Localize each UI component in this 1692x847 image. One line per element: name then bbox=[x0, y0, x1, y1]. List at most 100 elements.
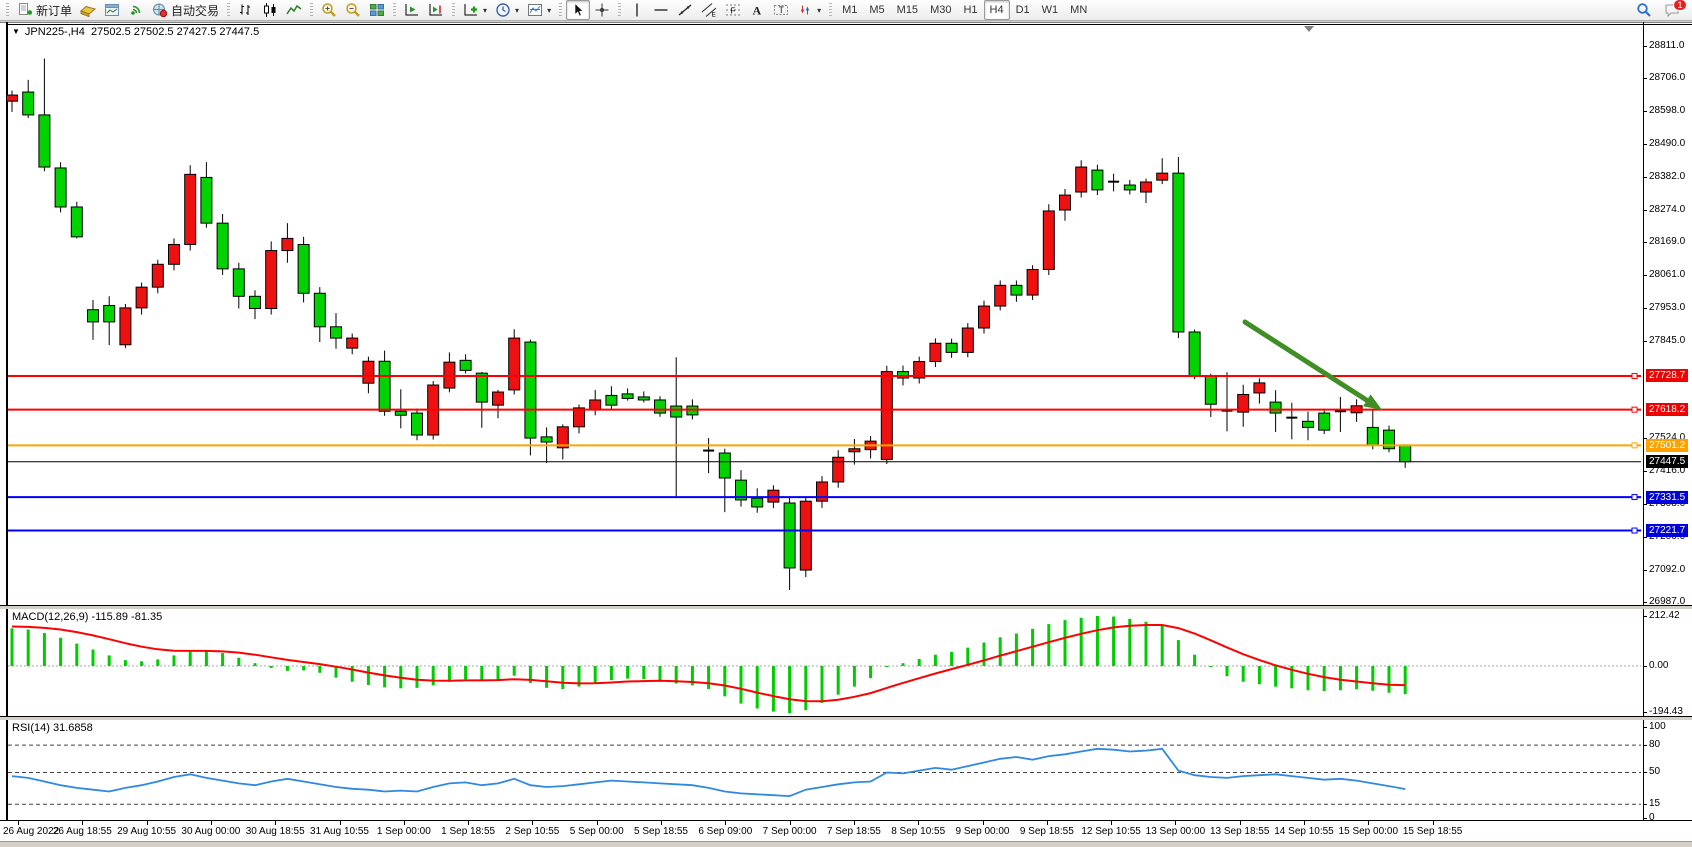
price-line-badge: 27618.2 bbox=[1646, 403, 1688, 416]
time-tick bbox=[1047, 821, 1048, 825]
axis-tick bbox=[1643, 727, 1647, 728]
indicators-button[interactable]: ▾ bbox=[459, 0, 491, 20]
tf-m15[interactable]: M15 bbox=[891, 0, 924, 20]
rsi-panel[interactable] bbox=[0, 720, 1692, 820]
time-tick bbox=[1240, 821, 1241, 825]
price-chart-panel[interactable] bbox=[0, 24, 1692, 605]
axis-tick bbox=[1643, 242, 1647, 243]
chart-title[interactable]: ▼JPN225-,H4 27502.5 27502.5 27427.5 2744… bbox=[10, 26, 261, 38]
tf-m30[interactable]: M30 bbox=[924, 0, 957, 20]
toolbar-grip[interactable] bbox=[829, 3, 832, 17]
line-chart-button[interactable] bbox=[282, 0, 306, 20]
tf-w1-label: W1 bbox=[1042, 4, 1059, 16]
time-axis[interactable]: 26 Aug 202226 Aug 18:5529 Aug 10:5530 Au… bbox=[0, 820, 1692, 841]
notifications-button[interactable]: 1 bbox=[1660, 0, 1684, 20]
toolbar-grip[interactable] bbox=[393, 3, 396, 17]
bar-chart-button[interactable] bbox=[234, 0, 258, 20]
cursor-button[interactable] bbox=[566, 0, 590, 20]
bars-icon bbox=[238, 2, 254, 18]
fibo-icon: F bbox=[725, 2, 741, 18]
labelT-icon: T bbox=[773, 2, 789, 18]
auto-trading-button[interactable]: 自动交易 bbox=[148, 0, 223, 20]
new-order-button[interactable]: 新订单 bbox=[13, 0, 76, 20]
chart-shift-button[interactable] bbox=[424, 0, 448, 20]
tile-windows-button[interactable] bbox=[365, 0, 389, 20]
time-tick bbox=[1111, 821, 1112, 825]
tf-h4[interactable]: H4 bbox=[984, 0, 1010, 20]
time-tick bbox=[275, 821, 276, 825]
axis-tick bbox=[1643, 341, 1647, 342]
price-tick-label: 28598.0 bbox=[1649, 105, 1685, 116]
templates-button-dropdown-icon[interactable]: ▾ bbox=[547, 6, 551, 15]
toolbar-grip[interactable] bbox=[452, 3, 455, 17]
toolbar-grip[interactable] bbox=[618, 3, 621, 17]
candlestick-chart-button[interactable] bbox=[258, 0, 282, 20]
chart-shift-marker-icon[interactable] bbox=[1304, 26, 1314, 32]
chartshift-icon bbox=[428, 2, 444, 18]
trendline-icon bbox=[677, 2, 693, 18]
time-tick-label: 14 Sep 10:55 bbox=[1274, 826, 1334, 837]
templates-button[interactable]: ▾ bbox=[523, 0, 555, 20]
text-button[interactable]: A bbox=[745, 0, 769, 20]
signals-button[interactable] bbox=[124, 0, 148, 20]
axis-tick bbox=[1643, 111, 1647, 112]
tf-mn-label: MN bbox=[1070, 4, 1087, 16]
time-tick-label: 8 Sep 10:55 bbox=[891, 826, 945, 837]
macd-panel[interactable] bbox=[0, 609, 1692, 716]
time-tick bbox=[661, 821, 662, 825]
time-tick-label: 9 Sep 00:00 bbox=[956, 826, 1010, 837]
toolbar-grip[interactable] bbox=[559, 3, 562, 17]
horizontal-line-button[interactable] bbox=[649, 0, 673, 20]
fibonacci-button[interactable]: F bbox=[721, 0, 745, 20]
periods-button-dropdown-icon[interactable]: ▾ bbox=[515, 6, 519, 15]
time-tick bbox=[854, 821, 855, 825]
panel-separator-bar-2[interactable] bbox=[0, 717, 1692, 720]
market-watch-button[interactable] bbox=[76, 0, 100, 20]
toolbar-grip[interactable] bbox=[227, 3, 230, 17]
time-tick-label: 26 Aug 18:55 bbox=[53, 826, 112, 837]
tf-mn[interactable]: MN bbox=[1064, 0, 1093, 20]
arrows-button-dropdown-icon[interactable]: ▾ bbox=[817, 6, 821, 15]
data-window-button[interactable] bbox=[100, 0, 124, 20]
indicators-button-dropdown-icon[interactable]: ▾ bbox=[483, 6, 487, 15]
tf-m1[interactable]: M1 bbox=[836, 0, 863, 20]
time-tick-label: 5 Sep 00:00 bbox=[570, 826, 624, 837]
price-tick-label: 28382.0 bbox=[1649, 171, 1685, 182]
tf-w1[interactable]: W1 bbox=[1036, 0, 1065, 20]
tf-h1[interactable]: H1 bbox=[957, 0, 983, 20]
rsi-tick-label: 50 bbox=[1649, 766, 1660, 777]
trendline-button[interactable] bbox=[673, 0, 697, 20]
indicators-icon bbox=[463, 2, 479, 18]
candles-icon bbox=[262, 2, 278, 18]
tf-m5[interactable]: M5 bbox=[863, 0, 890, 20]
price-line-badge: 27501.2 bbox=[1646, 439, 1688, 452]
toolbar-grip[interactable] bbox=[310, 3, 313, 17]
time-tick-label: 29 Aug 10:55 bbox=[117, 826, 176, 837]
search-button[interactable] bbox=[1632, 0, 1656, 20]
signal-icon bbox=[128, 2, 144, 18]
panel-separator-bar[interactable] bbox=[0, 606, 1692, 609]
crosshair-button[interactable] bbox=[590, 0, 614, 20]
channel-icon: E bbox=[701, 2, 717, 18]
vertical-line-button[interactable] bbox=[625, 0, 649, 20]
symbol-period-label: JPN225-,H4 bbox=[25, 26, 85, 38]
time-tick-label: 5 Sep 18:55 bbox=[634, 826, 688, 837]
zoom-in-button[interactable] bbox=[317, 0, 341, 20]
arrows-button[interactable]: ▾ bbox=[793, 0, 825, 20]
toolbar-grip[interactable] bbox=[6, 3, 9, 17]
doc-plus-icon bbox=[17, 2, 33, 18]
time-tick bbox=[1304, 821, 1305, 825]
rsi-label: RSI(14) 31.6858 bbox=[10, 722, 95, 734]
auto-trading-button-label: 自动交易 bbox=[171, 2, 219, 19]
periods-button[interactable]: ▾ bbox=[491, 0, 523, 20]
time-tick bbox=[597, 821, 598, 825]
toolbar-right: 1 bbox=[1632, 0, 1690, 20]
chart-menu-triangle-icon[interactable]: ▼ bbox=[12, 27, 20, 36]
text-label-button[interactable]: T bbox=[769, 0, 793, 20]
tf-d1[interactable]: D1 bbox=[1010, 0, 1036, 20]
time-tick-label: 12 Sep 10:55 bbox=[1081, 826, 1141, 837]
time-tick-label: 2 Sep 10:55 bbox=[505, 826, 559, 837]
zoom-out-button[interactable] bbox=[341, 0, 365, 20]
auto-scroll-button[interactable] bbox=[400, 0, 424, 20]
equidistant-channel-button[interactable]: E bbox=[697, 0, 721, 20]
